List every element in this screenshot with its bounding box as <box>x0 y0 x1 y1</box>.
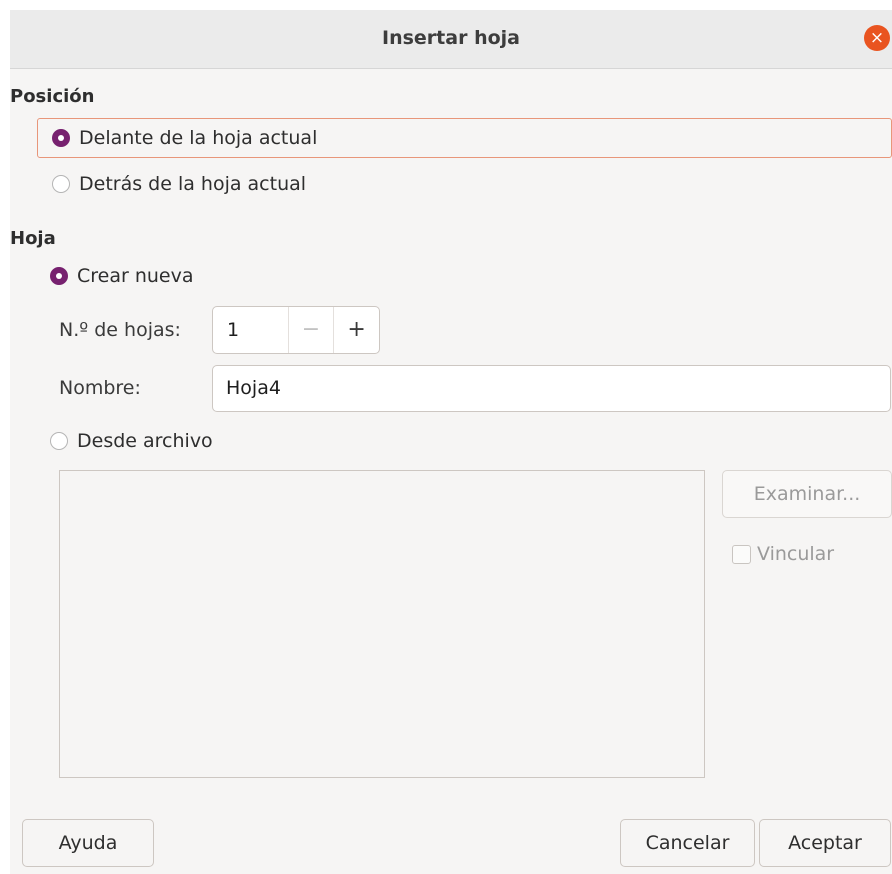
increment-icon[interactable]: + <box>334 307 379 353</box>
radio-label: Desde archivo <box>77 430 213 452</box>
file-sheets-list[interactable] <box>59 470 705 778</box>
position-heading: Posición <box>10 86 95 107</box>
radio-after-current-sheet[interactable]: Detrás de la hoja actual <box>52 164 306 204</box>
radio-label: Crear nueva <box>77 265 194 287</box>
title-bar: Insertar hoja × <box>10 10 892 69</box>
cancel-button[interactable]: Cancelar <box>620 819 755 867</box>
radio-unselected-icon <box>52 175 70 193</box>
radio-from-file[interactable]: Desde archivo <box>50 421 213 461</box>
radio-unselected-icon <box>50 432 68 450</box>
decrement-icon[interactable]: − <box>289 307 335 353</box>
sheet-name-input[interactable]: Hoja4 <box>212 365 891 412</box>
sheet-count-value[interactable]: 1 <box>213 307 289 353</box>
help-button[interactable]: Ayuda <box>22 819 154 867</box>
insert-sheet-dialog: Insertar hoja × Posición Delante de la h… <box>10 10 892 874</box>
sheet-heading: Hoja <box>10 228 56 249</box>
radio-create-new[interactable]: Crear nueva <box>50 256 194 296</box>
dialog-title: Insertar hoja <box>382 27 520 49</box>
link-checkbox-row[interactable]: Vincular <box>732 543 834 565</box>
link-checkbox[interactable] <box>732 544 751 564</box>
sheet-name-label: Nombre: <box>59 377 141 399</box>
radio-selected-icon <box>50 267 68 285</box>
link-checkbox-label: Vincular <box>757 543 835 565</box>
close-icon[interactable]: × <box>864 25 890 51</box>
radio-before-current-sheet[interactable]: Delante de la hoja actual <box>37 118 892 158</box>
sheet-count-stepper[interactable]: 1 − + <box>212 306 380 354</box>
radio-selected-icon <box>52 129 70 147</box>
radio-label: Detrás de la hoja actual <box>79 173 307 195</box>
sheet-count-label: N.º de hojas: <box>59 319 181 341</box>
browse-button[interactable]: Examinar... <box>722 470 892 518</box>
ok-button[interactable]: Aceptar <box>759 819 891 867</box>
radio-label: Delante de la hoja actual <box>79 127 318 149</box>
